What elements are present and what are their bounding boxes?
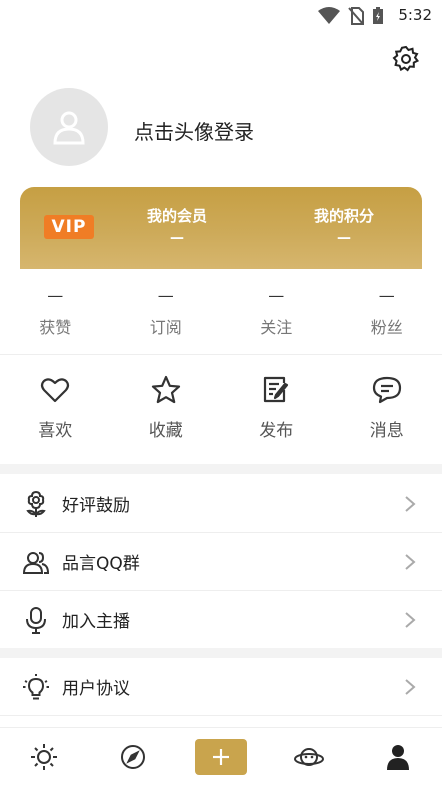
action-like[interactable]: 喜欢	[0, 374, 111, 444]
nav-discover[interactable]	[88, 728, 176, 786]
user-icon	[386, 744, 410, 770]
stat-value: —	[221, 286, 332, 308]
chat-bubble-icon	[371, 374, 403, 406]
status-icons	[318, 7, 384, 25]
edit-note-icon	[260, 374, 292, 406]
menu-label: 用户协议	[62, 674, 404, 699]
stats-row: — 获赞 — 订阅 — 关注 — 粉丝	[0, 286, 442, 346]
menu-item-qq-group[interactable]: 品言QQ群	[0, 533, 442, 591]
heart-icon	[39, 374, 71, 406]
stat-following[interactable]: — 关注	[221, 286, 332, 346]
menu-item-user-agreement[interactable]: 用户协议	[0, 658, 442, 716]
chevron-right-icon	[404, 611, 416, 629]
stat-subscriptions[interactable]: — 订阅	[111, 286, 222, 346]
wifi-icon	[318, 7, 340, 25]
star-icon	[150, 374, 182, 406]
chevron-right-icon	[404, 678, 416, 696]
chevron-right-icon	[404, 495, 416, 513]
gear-icon[interactable]	[392, 45, 420, 73]
stat-fans[interactable]: — 粉丝	[332, 286, 442, 346]
login-prompt[interactable]: 点击头像登录	[134, 116, 254, 145]
section-gap	[0, 464, 442, 474]
divider	[0, 354, 442, 355]
action-publish[interactable]: 发布	[221, 374, 332, 444]
quick-actions: 喜欢 收藏 发布 消息	[0, 374, 442, 444]
flower-icon	[22, 490, 50, 518]
nav-home[interactable]	[0, 728, 88, 786]
sun-icon	[30, 743, 58, 771]
menu-label: 好评鼓励	[62, 491, 404, 516]
group-icon	[22, 548, 50, 576]
action-messages[interactable]: 消息	[332, 374, 442, 444]
stat-value: —	[111, 286, 222, 308]
action-label: 消息	[370, 416, 404, 441]
stat-label: 获赞	[0, 314, 111, 338]
add-button[interactable]	[195, 739, 247, 775]
bottom-nav	[0, 727, 442, 786]
battery-icon	[372, 7, 384, 25]
stat-likes[interactable]: — 获赞	[0, 286, 111, 346]
compass-icon	[120, 744, 146, 770]
status-time: 5:32	[398, 6, 432, 24]
points-entry[interactable]: 我的积分 —	[284, 205, 404, 246]
points-value: —	[284, 230, 404, 246]
nav-create[interactable]	[177, 728, 265, 786]
action-label: 收藏	[149, 416, 183, 441]
lightbulb-icon	[22, 673, 50, 701]
avatar[interactable]	[30, 88, 108, 166]
menu-label: 品言QQ群	[62, 549, 404, 574]
status-bar: 5:32	[0, 0, 442, 30]
menu-item-rate[interactable]: 好评鼓励	[0, 475, 442, 533]
chevron-right-icon	[404, 553, 416, 571]
action-label: 喜欢	[38, 416, 72, 441]
no-sim-icon	[348, 7, 364, 25]
membership-entry[interactable]: 我的会员 —	[117, 205, 237, 246]
membership-label: 我的会员	[117, 205, 237, 226]
stat-label: 关注	[221, 314, 332, 338]
menu-item-join-anchor[interactable]: 加入主播	[0, 591, 442, 649]
plus-icon	[212, 748, 230, 766]
stat-label: 粉丝	[332, 314, 442, 338]
stat-value: —	[0, 286, 111, 308]
vip-card: VIP 我的会员 — 我的积分 —	[20, 187, 422, 269]
action-favorite[interactable]: 收藏	[111, 374, 222, 444]
nav-profile[interactable]	[354, 728, 442, 786]
points-label: 我的积分	[284, 205, 404, 226]
nav-planet[interactable]	[265, 728, 353, 786]
membership-value: —	[117, 230, 237, 246]
stat-value: —	[332, 286, 442, 308]
user-placeholder-icon	[51, 109, 87, 145]
section-gap	[0, 648, 442, 658]
action-label: 发布	[259, 416, 293, 441]
menu-label: 加入主播	[62, 607, 404, 632]
vip-badge: VIP	[44, 215, 94, 239]
microphone-icon	[22, 606, 50, 634]
stat-label: 订阅	[111, 314, 222, 338]
planet-icon	[294, 745, 324, 769]
